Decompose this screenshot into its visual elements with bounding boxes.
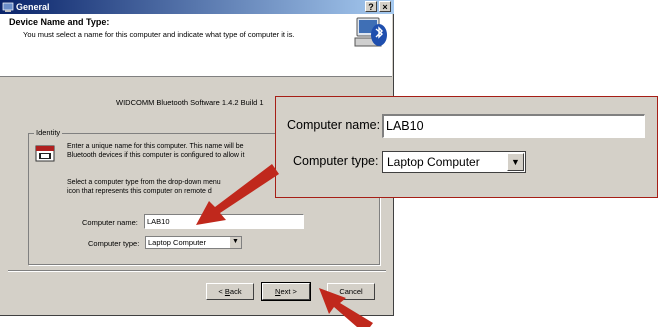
annotation-arrows [196,164,373,327]
arrow-to-next-button [319,288,373,327]
arrow-to-name-field [196,164,279,225]
